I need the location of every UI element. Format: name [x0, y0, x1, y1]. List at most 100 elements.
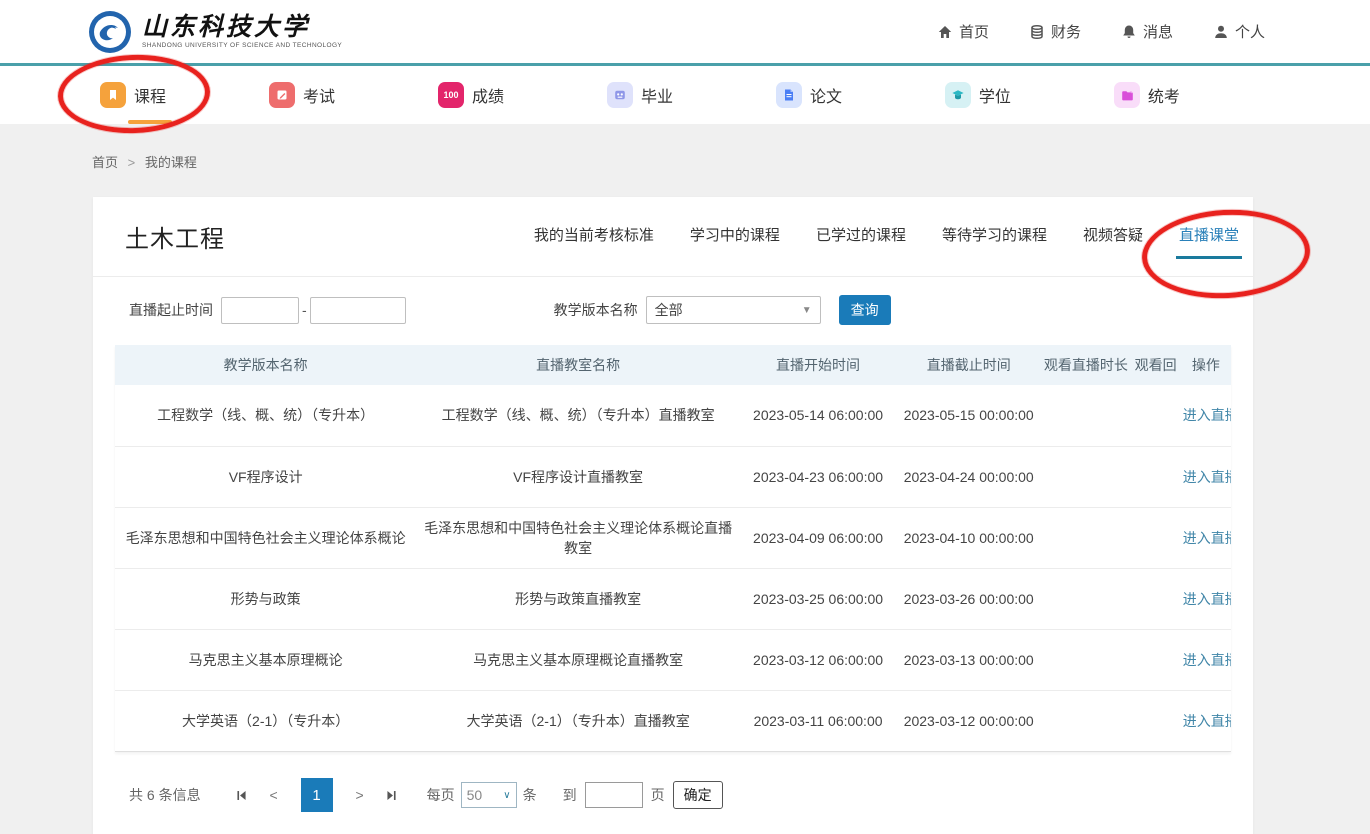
- utility-nav-home[interactable]: 首页: [937, 21, 989, 42]
- table-row: 形势与政策 形势与政策直播教室 2023-03-25 06:00:00 2023…: [115, 568, 1231, 629]
- cell-room: 大学英语（2-1）（专升本）直播教室: [416, 690, 740, 751]
- goto-page-input[interactable]: [585, 782, 643, 808]
- time-range-separator: -: [302, 302, 307, 318]
- prev-page-button[interactable]: <: [261, 787, 287, 803]
- enter-live-link[interactable]: 进入直播: [1183, 713, 1231, 729]
- tab-assessment-standard[interactable]: 我的当前考核标准: [534, 214, 654, 259]
- top-header: 山东科技大学 SHANDONG UNIVERSITY OF SCIENCE AN…: [0, 0, 1370, 66]
- chevron-down-icon: ▼: [802, 305, 812, 316]
- cell-end: 2023-03-13 00:00:00: [896, 629, 1041, 690]
- col-header-room: 直播教室名称: [416, 345, 740, 385]
- per-page-value: 50: [467, 787, 483, 803]
- nav-item-unified-exam[interactable]: 统考: [1114, 66, 1180, 124]
- next-page-button[interactable]: >: [347, 787, 373, 803]
- per-page-select[interactable]: 50 ∨: [461, 782, 517, 808]
- table-row: 毛泽东思想和中国特色社会主义理论体系概论 毛泽东思想和中国特色社会主义理论体系概…: [115, 507, 1231, 568]
- cell-version: 大学英语（2-1）（专升本）: [115, 690, 416, 751]
- cell-version: 马克思主义基本原理概论: [115, 629, 416, 690]
- cell-duration: [1041, 385, 1130, 446]
- score-badge: 100: [443, 90, 458, 100]
- per-page-control: 每页 50 ∨ 条: [427, 782, 537, 808]
- table-row: VF程序设计 VF程序设计直播教室 2023-04-23 06:00:00 20…: [115, 446, 1231, 507]
- panel-header: 土木工程 我的当前考核标准 学习中的课程 已学过的课程 等待学习的课程 视频答疑…: [93, 197, 1253, 277]
- cell-start: 2023-03-25 06:00:00: [740, 568, 896, 629]
- breadcrumb-home[interactable]: 首页: [92, 155, 118, 170]
- nav-item-graduation[interactable]: 毕业: [607, 66, 673, 124]
- tab-finished-courses[interactable]: 已学过的课程: [816, 214, 906, 259]
- live-time-from-input[interactable]: [221, 297, 299, 324]
- teaching-version-select[interactable]: 全部 ▼: [646, 296, 821, 324]
- cell-end: 2023-04-24 00:00:00: [896, 446, 1041, 507]
- enter-live-link[interactable]: 进入直播: [1183, 469, 1231, 485]
- nav-item-exams[interactable]: 考试: [269, 66, 335, 124]
- live-time-to-input[interactable]: [310, 297, 406, 324]
- nav-item-exams-label: 考试: [303, 83, 335, 107]
- col-header-replay: 观看回: [1131, 345, 1181, 385]
- table-header-row: 教学版本名称 直播教室名称 直播开始时间 直播截止时间 观看直播时长 观看回 操…: [115, 345, 1231, 385]
- tab-video-qa[interactable]: 视频答疑: [1083, 214, 1143, 259]
- breadcrumb-current: 我的课程: [145, 155, 197, 170]
- goto-unit: 页: [651, 785, 665, 805]
- nav-item-grades[interactable]: 100 成绩: [438, 66, 504, 124]
- col-header-duration: 观看直播时长: [1041, 345, 1130, 385]
- university-name-en: SHANDONG UNIVERSITY OF SCIENCE AND TECHN…: [142, 42, 342, 49]
- confirm-button[interactable]: 确定: [673, 781, 723, 809]
- course-tabs: 我的当前考核标准 学习中的课程 已学过的课程 等待学习的课程 视频答疑 直播课堂: [534, 214, 1239, 259]
- nav-item-graduation-label: 毕业: [641, 83, 673, 107]
- enter-live-link[interactable]: 进入直播: [1183, 530, 1231, 546]
- nav-item-degree[interactable]: 学位: [945, 66, 1011, 124]
- unified-exam-icon: [1114, 82, 1140, 108]
- utility-nav-messages[interactable]: 消息: [1121, 21, 1173, 42]
- cell-version: 工程数学（线、概、统）（专升本）: [115, 385, 416, 446]
- utility-nav-profile[interactable]: 个人: [1213, 21, 1265, 42]
- cell-start: 2023-03-12 06:00:00: [740, 629, 896, 690]
- nav-item-courses-label: 课程: [134, 83, 166, 107]
- cell-start: 2023-04-23 06:00:00: [740, 446, 896, 507]
- cell-replay: [1131, 629, 1181, 690]
- utility-nav-finance-label: 财务: [1051, 21, 1081, 42]
- university-name-cn: 山东科技大学: [142, 14, 342, 39]
- chevron-down-icon: ∨: [503, 790, 510, 801]
- cell-version: 毛泽东思想和中国特色社会主义理论体系概论: [115, 507, 416, 568]
- search-button[interactable]: 查询: [839, 295, 891, 325]
- enter-live-link[interactable]: 进入直播: [1183, 591, 1231, 607]
- content-panel: 土木工程 我的当前考核标准 学习中的课程 已学过的课程 等待学习的课程 视频答疑…: [93, 197, 1253, 834]
- cell-room: 工程数学（线、概、统）（专升本）直播教室: [416, 385, 740, 446]
- enter-live-link[interactable]: 进入直播: [1183, 652, 1231, 668]
- cell-end: 2023-05-15 00:00:00: [896, 385, 1041, 446]
- nav-item-courses[interactable]: 课程: [100, 66, 166, 124]
- cell-replay: [1131, 385, 1181, 446]
- cell-room: VF程序设计直播教室: [416, 446, 740, 507]
- current-page-button[interactable]: 1: [301, 778, 333, 812]
- breadcrumb: 首页 > 我的课程: [0, 124, 1370, 197]
- col-header-start: 直播开始时间: [740, 345, 896, 385]
- cell-duration: [1041, 690, 1130, 751]
- cell-version: VF程序设计: [115, 446, 416, 507]
- last-page-button[interactable]: [379, 782, 405, 808]
- cell-room: 马克思主义基本原理概论直播教室: [416, 629, 740, 690]
- col-header-version: 教学版本名称: [115, 345, 416, 385]
- nav-item-thesis[interactable]: 论文: [776, 66, 842, 124]
- person-icon: [1213, 24, 1229, 40]
- finance-icon: [1029, 24, 1045, 40]
- first-page-icon: [235, 789, 248, 802]
- tab-learning-courses[interactable]: 学习中的课程: [690, 214, 780, 259]
- breadcrumb-separator: >: [128, 155, 136, 170]
- score-100-icon: 100: [438, 82, 464, 108]
- goto-page-control: 到 页 确定: [563, 781, 723, 809]
- cell-replay: [1131, 507, 1181, 568]
- pagination: 共 6 条信息 < 1 > 每页 50 ∨ 条 到 页 确定: [129, 778, 1253, 812]
- tab-waiting-courses[interactable]: 等待学习的课程: [942, 214, 1047, 259]
- page-title: 土木工程: [125, 219, 225, 254]
- utility-nav-finance[interactable]: 财务: [1029, 21, 1081, 42]
- tab-live-classroom[interactable]: 直播课堂: [1179, 214, 1239, 259]
- first-page-button[interactable]: [229, 782, 255, 808]
- nav-item-thesis-label: 论文: [810, 83, 842, 107]
- last-page-icon: [385, 789, 398, 802]
- col-header-end: 直播截止时间: [896, 345, 1041, 385]
- cell-replay: [1131, 690, 1181, 751]
- graduation-icon: [607, 82, 633, 108]
- nav-item-degree-label: 学位: [979, 83, 1011, 107]
- cell-start: 2023-04-09 06:00:00: [740, 507, 896, 568]
- enter-live-link[interactable]: 进入直播: [1183, 407, 1231, 423]
